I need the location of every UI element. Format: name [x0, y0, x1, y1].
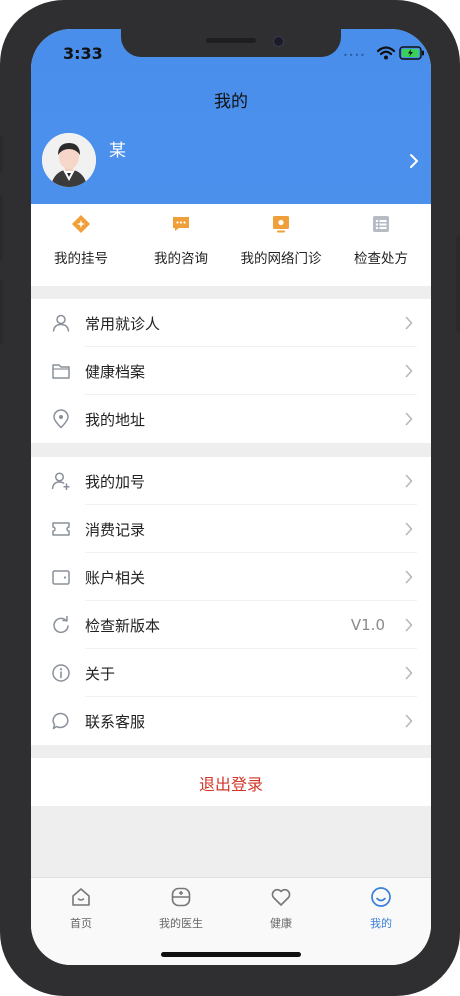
side-button-mute: [0, 136, 3, 172]
logout-label: 退出登录: [198, 775, 263, 794]
chevron-right-icon: [405, 316, 413, 330]
menu-group-2: 我的加号 消费记录 账户相关 检查新版本 V1.0 关于 联系客服: [31, 457, 431, 745]
tab-my-doctor[interactable]: 我的医生: [131, 878, 231, 938]
version-value: V1.0: [350, 616, 385, 634]
registration-icon: [72, 215, 90, 233]
add-person-icon: [51, 472, 70, 490]
menu-item-my-extra-appointment[interactable]: 我的加号: [31, 457, 431, 505]
profile-header: 3:33 •••• 我的 某: [31, 29, 431, 204]
heart-icon: [271, 888, 291, 906]
menu-item-label: 健康档案: [85, 363, 146, 381]
menu-group-1: 常用就诊人 健康档案 我的地址: [31, 299, 431, 443]
online-clinic-icon: [273, 216, 289, 233]
status-icons: ••••: [343, 45, 424, 61]
menu-item-label: 账户相关: [85, 569, 146, 587]
speaker-grille: [206, 38, 256, 43]
wifi-icon: [377, 46, 395, 60]
side-button-volume-up: [0, 196, 3, 260]
chat-icon: [52, 712, 69, 730]
tab-label: 我的: [370, 917, 392, 930]
doctor-icon: [171, 887, 191, 907]
quick-action-label: 检查处方: [354, 251, 408, 267]
screen: 3:33 •••• 我的 某 我的挂号 我的咨询 我的网络门诊 检查处方 常用就…: [31, 29, 431, 965]
chevron-right-icon: [405, 364, 413, 378]
ticket-icon: [52, 522, 70, 536]
battery-icon: [399, 46, 424, 60]
logout-button[interactable]: 退出登录: [31, 758, 431, 806]
side-button-volume-down: [0, 280, 3, 344]
menu-item-label: 关于: [85, 665, 116, 683]
tab-mine[interactable]: 我的: [331, 878, 431, 938]
quick-action-label: 我的挂号: [54, 251, 108, 267]
signal-dots-icon: ••••: [343, 51, 366, 60]
chevron-right-icon: [405, 522, 413, 536]
home-indicator: [161, 952, 301, 957]
chevron-right-icon: [405, 570, 413, 584]
tab-label: 首页: [70, 917, 92, 930]
menu-item-about[interactable]: 关于: [31, 649, 431, 697]
menu-item-account[interactable]: 账户相关: [31, 553, 431, 601]
menu-item-label: 我的加号: [85, 473, 146, 491]
location-icon: [53, 409, 69, 429]
phone-frame: 3:33 •••• 我的 某 我的挂号 我的咨询 我的网络门诊 检查处方 常用就…: [0, 0, 460, 996]
menu-item-label: 常用就诊人: [85, 315, 161, 333]
avatar[interactable]: [42, 133, 96, 187]
prescription-icon: [373, 216, 389, 232]
chevron-right-icon: [405, 714, 413, 728]
status-time: 3:33: [63, 44, 103, 63]
tab-health[interactable]: 健康: [231, 878, 331, 938]
notch: [121, 29, 341, 57]
home-icon: [72, 888, 90, 906]
menu-item-frequent-patients[interactable]: 常用就诊人: [31, 299, 431, 347]
chevron-right-icon: [405, 666, 413, 680]
chevron-right-icon: [405, 618, 413, 632]
menu-item-my-address[interactable]: 我的地址: [31, 395, 431, 443]
username[interactable]: 某: [109, 136, 126, 161]
menu-item-label: 消费记录: [85, 521, 146, 539]
quick-action-label: 我的网络门诊: [240, 251, 322, 267]
chevron-right-icon: [405, 412, 413, 426]
menu-item-spending-records[interactable]: 消费记录: [31, 505, 431, 553]
menu-item-customer-service[interactable]: 联系客服: [31, 697, 431, 745]
menu-item-health-records[interactable]: 健康档案: [31, 347, 431, 395]
menu-item-check-update[interactable]: 检查新版本 V1.0: [31, 601, 431, 649]
consultation-icon: [173, 217, 189, 231]
wallet-icon: [52, 570, 70, 585]
person-icon: [52, 314, 70, 332]
menu-item-label: 我的地址: [85, 411, 146, 429]
side-button-power: [456, 236, 460, 332]
front-camera: [273, 36, 284, 47]
tab-bar: 首页 我的医生 健康 我的: [31, 877, 431, 965]
menu-item-label: 联系客服: [85, 713, 146, 731]
tab-home[interactable]: 首页: [31, 878, 131, 938]
folder-icon: [52, 364, 70, 379]
avatar-illustration: [42, 133, 96, 187]
tab-label: 我的医生: [159, 917, 203, 930]
refresh-icon: [53, 615, 69, 634]
page-title: 我的: [214, 92, 248, 112]
quick-action-online-clinic[interactable]: 我的网络门诊: [231, 204, 331, 286]
tab-label: 健康: [270, 917, 292, 930]
info-icon: [52, 664, 70, 682]
quick-action-registration[interactable]: 我的挂号: [31, 204, 131, 286]
chevron-right-icon[interactable]: [409, 153, 419, 169]
quick-actions: 我的挂号 我的咨询 我的网络门诊 检查处方: [31, 204, 431, 286]
quick-action-prescription[interactable]: 检查处方: [331, 204, 431, 286]
menu-item-label: 检查新版本: [85, 617, 161, 635]
smile-icon: [371, 887, 391, 907]
quick-action-consultation[interactable]: 我的咨询: [131, 204, 231, 286]
quick-action-label: 我的咨询: [154, 251, 208, 267]
chevron-right-icon: [405, 474, 413, 488]
